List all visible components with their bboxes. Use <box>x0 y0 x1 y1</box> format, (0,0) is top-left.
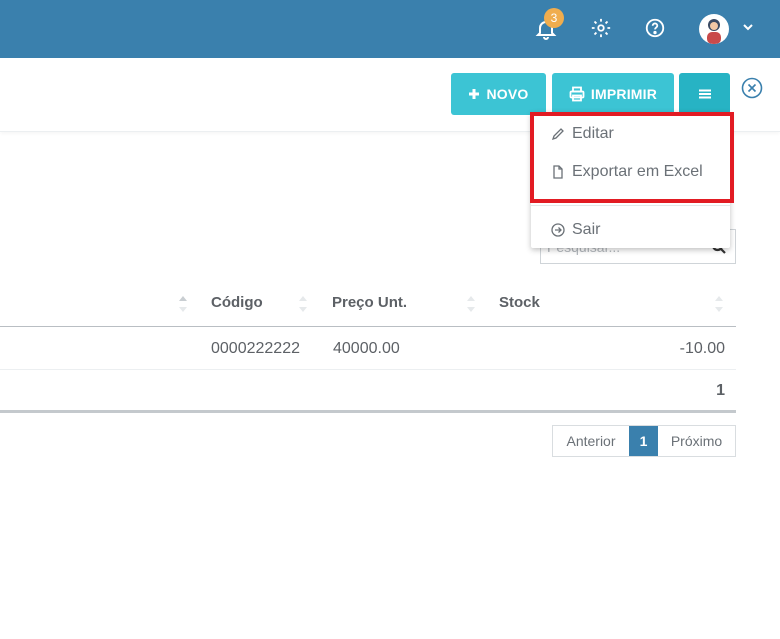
next-page-button[interactable]: Próximo <box>658 426 735 456</box>
sort-icon[interactable] <box>178 294 188 314</box>
column-header-codigo[interactable]: Código <box>211 294 263 311</box>
table-header-divider <box>0 326 736 327</box>
imprimir-label: IMPRIMIR <box>590 86 658 102</box>
avatar[interactable] <box>699 14 729 44</box>
footer-total: 1 <box>716 382 725 399</box>
pagination: Anterior 1 Próximo <box>552 425 736 457</box>
novo-button[interactable]: NOVO <box>451 73 546 115</box>
notification-badge: 3 <box>544 8 564 28</box>
cell-codigo: 0000222222 <box>211 340 300 357</box>
gear-icon[interactable] <box>590 17 614 41</box>
menu-item-label: Sair <box>572 221 601 238</box>
page-1-button[interactable]: 1 <box>629 426 658 456</box>
arrow-circle-icon <box>551 223 565 237</box>
highlight-box <box>530 112 734 203</box>
close-icon[interactable] <box>741 77 763 99</box>
table-footer-divider <box>0 410 736 413</box>
menu-item-sair[interactable]: Sair <box>551 221 600 239</box>
sort-icon[interactable] <box>466 294 476 314</box>
chevron-down-icon[interactable] <box>741 20 755 34</box>
cell-stock: -10.00 <box>679 340 725 357</box>
cell-preco: 40000.00 <box>333 340 400 357</box>
help-icon[interactable] <box>644 17 668 41</box>
menu-button[interactable] <box>679 73 730 115</box>
column-header-preco[interactable]: Preço Unt. <box>332 294 407 311</box>
plus-icon <box>469 89 480 99</box>
prev-page-button[interactable]: Anterior <box>553 426 629 456</box>
menu-divider <box>531 205 730 206</box>
column-header-stock[interactable]: Stock <box>499 294 540 311</box>
printer-icon <box>569 86 585 102</box>
imprimir-button[interactable]: IMPRIMIR <box>552 73 674 115</box>
sort-icon[interactable] <box>714 294 724 314</box>
row-divider <box>0 369 736 370</box>
novo-label: NOVO <box>486 86 529 102</box>
hamburger-icon <box>698 89 711 99</box>
sort-icon[interactable] <box>298 294 308 314</box>
